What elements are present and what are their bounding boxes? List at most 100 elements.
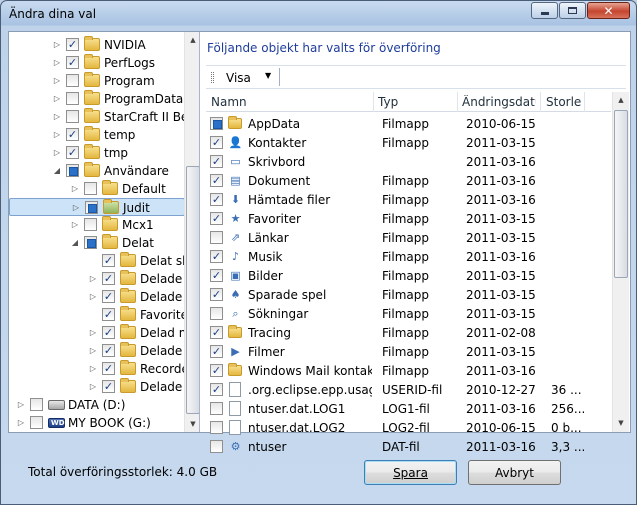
scroll-up-arrow-icon[interactable]: ▲ <box>185 32 199 48</box>
column-header-size[interactable]: Storlek <box>546 95 582 109</box>
title-bar[interactable]: Ändra dina val ✕ <box>1 1 636 25</box>
file-list-row[interactable]: ⇗ Länkar Filmapp 2011-03-15 ... <box>206 228 611 247</box>
file-list-row[interactable]: ✓ ⬇ Hämtade filer Filmapp 2011-03-16 ... <box>206 190 611 209</box>
tree-scroll-thumb[interactable] <box>186 166 199 414</box>
scroll-down-arrow-icon[interactable]: ▼ <box>613 415 629 431</box>
row-checkbox[interactable] <box>210 117 223 130</box>
file-list-row[interactable]: ✓ ▤ Dokument Filmapp 2011-03-16 ... <box>206 171 611 190</box>
tree-item[interactable]: ▷ ✓ tmp <box>9 144 185 162</box>
tree-item[interactable]: ▷ ✓ Delad musik <box>9 324 185 342</box>
column-header-type[interactable]: Typ <box>378 95 456 109</box>
column-header-name[interactable]: Namn <box>211 95 371 109</box>
file-list-row[interactable]: ✓ Tracing Filmapp 2011-02-08 ... <box>206 323 611 342</box>
file-list-row[interactable]: ✓ ▭ Skrivbord 2011-03-16 ... <box>206 152 611 171</box>
expand-arrow-icon[interactable]: ▷ <box>71 220 79 229</box>
row-checkbox[interactable] <box>210 402 223 415</box>
tree-item[interactable]: ◢ Användare <box>9 162 185 180</box>
view-menu-button[interactable]: Visa ▼ <box>209 68 281 87</box>
tree-item-checkbox[interactable] <box>84 236 97 249</box>
row-checkbox[interactable]: ✓ <box>210 174 223 187</box>
tree-item[interactable]: ▷ ✓ Delade filmer <box>9 378 185 396</box>
row-checkbox[interactable]: ✓ <box>210 269 223 282</box>
tree-item[interactable]: ▷ DATA (D:) <box>9 396 185 414</box>
tree-item-checkbox[interactable]: ✓ <box>102 254 115 267</box>
tree-item[interactable]: ▷ Judit <box>9 198 185 216</box>
row-checkbox[interactable]: ✓ <box>210 288 223 301</box>
file-list-row[interactable]: ⚙ ntuser DAT-fil 2011-03-16 ... 3,3 ... <box>206 437 611 456</box>
expand-arrow-icon[interactable]: ▷ <box>89 382 97 391</box>
tree-item-checkbox[interactable]: ✓ <box>102 308 115 321</box>
tree-item[interactable]: ▷ Program <box>9 72 185 90</box>
file-list-row[interactable]: AppData Filmapp 2010-06-15 ... <box>206 114 611 133</box>
row-checkbox[interactable]: ✓ <box>210 212 223 225</box>
row-checkbox[interactable]: ✓ <box>210 345 223 358</box>
tree-item-checkbox[interactable] <box>85 201 98 214</box>
expand-arrow-icon[interactable]: ▷ <box>53 58 61 67</box>
tree-item-checkbox[interactable]: ✓ <box>102 272 115 285</box>
row-checkbox[interactable] <box>210 307 223 320</box>
expand-arrow-icon[interactable]: ▷ <box>17 418 25 427</box>
column-divider[interactable] <box>457 92 458 112</box>
expand-arrow-icon[interactable]: ▷ <box>89 328 97 337</box>
row-checkbox[interactable]: ✓ <box>210 326 223 339</box>
tree-item-checkbox[interactable] <box>66 74 79 87</box>
file-list-row[interactable]: ntuser.dat.LOG1 LOG1-fil 2011-03-16 ... 256… <box>206 399 611 418</box>
tree-item[interactable]: ✓ Favorites <box>9 306 185 324</box>
file-list-scroll-thumb[interactable] <box>614 110 628 278</box>
expand-arrow-icon[interactable]: ▷ <box>89 292 97 301</box>
column-header-date[interactable]: Ändringsdatum <box>462 95 536 109</box>
collapse-arrow-icon[interactable]: ◢ <box>71 238 79 247</box>
column-divider[interactable] <box>584 92 585 112</box>
tree-item-checkbox[interactable]: ✓ <box>66 38 79 51</box>
tree-item[interactable]: ▷ StarCraft II Beta <box>9 108 185 126</box>
minimize-button[interactable] <box>531 2 558 19</box>
tree-item[interactable]: ▷ ProgramData <box>9 90 185 108</box>
tree-item[interactable]: ▷ Mcx1 <box>9 216 185 234</box>
tree-item-checkbox[interactable]: ✓ <box>102 326 115 339</box>
expand-arrow-icon[interactable]: ▷ <box>53 148 61 157</box>
tree-item[interactable]: ▷ ✓ PerfLogs <box>9 54 185 72</box>
tree-item-checkbox[interactable] <box>84 218 97 231</box>
maximize-button[interactable] <box>559 2 586 19</box>
file-list-row[interactable]: ✓ 👤 Kontakter Filmapp 2011-03-15 ... <box>206 133 611 152</box>
row-checkbox[interactable]: ✓ <box>210 193 223 206</box>
file-list-scrollbar[interactable]: ▲ ▼ <box>612 92 629 432</box>
column-divider[interactable] <box>373 92 374 112</box>
column-divider[interactable] <box>540 92 541 112</box>
tree-item[interactable]: ▷ ✓ Delade bilder <box>9 342 185 360</box>
expand-arrow-icon[interactable]: ▷ <box>89 274 97 283</box>
expand-arrow-icon[interactable]: ▷ <box>53 94 61 103</box>
tree-item[interactable]: ◢ Delat <box>9 234 185 252</box>
expand-arrow-icon[interactable]: ▷ <box>71 184 79 193</box>
tree-item-checkbox[interactable]: ✓ <box>102 362 115 375</box>
close-button[interactable]: ✕ <box>587 2 630 19</box>
row-checkbox[interactable]: ✓ <box>210 250 223 263</box>
expand-arrow-icon[interactable]: ▷ <box>53 112 61 121</box>
tree-item-checkbox[interactable] <box>66 92 79 105</box>
tree-item[interactable]: ▷ ✓ NVIDIA <box>9 36 185 54</box>
scroll-down-arrow-icon[interactable]: ▼ <box>185 416 199 432</box>
file-list-row[interactable]: ✓ ★ Favoriter Filmapp 2011-03-15 ... <box>206 209 611 228</box>
file-list-row[interactable]: ✓ ♪ Musik Filmapp 2011-03-16 ... <box>206 247 611 266</box>
tree-item[interactable]: ▷ ✓ Recorded TV <box>9 360 185 378</box>
row-checkbox[interactable] <box>210 231 223 244</box>
expand-arrow-icon[interactable]: ▷ <box>17 400 25 409</box>
tree-item-checkbox[interactable] <box>30 398 43 411</box>
tree-item[interactable]: ▷ Default <box>9 180 185 198</box>
row-checkbox[interactable]: ✓ <box>210 136 223 149</box>
tree-item-checkbox[interactable]: ✓ <box>102 344 115 357</box>
tree-item-checkbox[interactable]: ✓ <box>102 380 115 393</box>
expand-arrow-icon[interactable]: ▷ <box>53 76 61 85</box>
file-list-row[interactable]: ✓ ▶ Filmer Filmapp 2011-03-15 ... <box>206 342 611 361</box>
tree-item[interactable]: ✓ Delat skrivbord <box>9 252 185 270</box>
file-list-row[interactable]: ✓ ▣ Bilder Filmapp 2011-03-15 ... <box>206 266 611 285</box>
tree-item-checkbox[interactable]: ✓ <box>66 56 79 69</box>
save-button[interactable]: Spara <box>364 460 457 485</box>
collapse-arrow-icon[interactable]: ◢ <box>53 166 61 175</box>
tree-item-checkbox[interactable] <box>84 182 97 195</box>
tree-item[interactable]: ▷ ✓ Delade dokument <box>9 270 185 288</box>
file-list-row[interactable]: ⌕ Sökningar Filmapp 2011-03-15 ... <box>206 304 611 323</box>
tree-item-checkbox[interactable]: ✓ <box>66 146 79 159</box>
expand-arrow-icon[interactable]: ▷ <box>89 364 97 373</box>
tree-item-checkbox[interactable] <box>30 416 43 429</box>
